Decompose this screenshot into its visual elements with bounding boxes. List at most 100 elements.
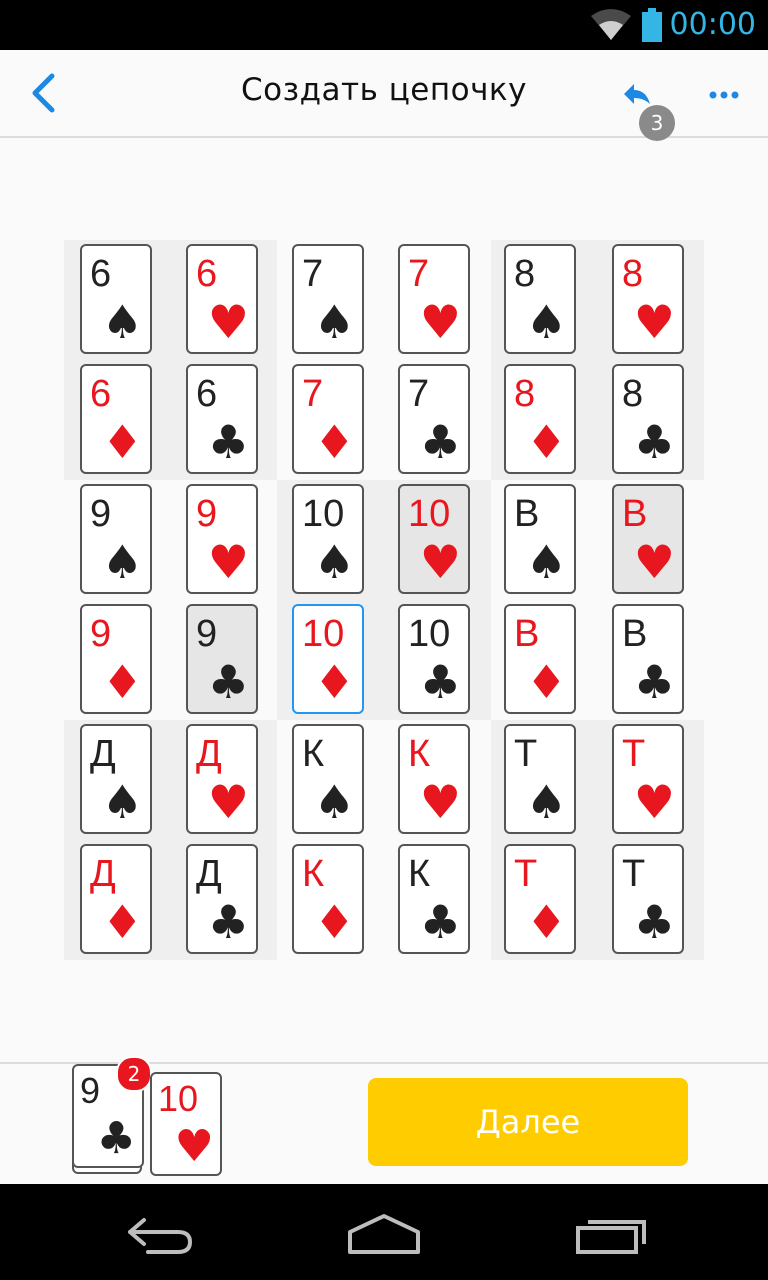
nav-home-icon[interactable] xyxy=(346,1212,422,1256)
card-rank: 6 xyxy=(90,253,112,295)
clubs-suit-icon: ♣ xyxy=(419,655,461,709)
card-jack-spades[interactable]: В ♠ xyxy=(504,484,576,594)
hearts-suit-icon: ♥ xyxy=(174,1121,214,1172)
card-6-hearts[interactable]: 6 ♥ xyxy=(186,244,258,354)
clubs-suit-icon: ♣ xyxy=(419,415,461,469)
nav-recent-apps-icon[interactable] xyxy=(574,1212,648,1256)
card-rank: Д xyxy=(90,733,116,775)
card-jack-clubs[interactable]: В ♣ xyxy=(612,604,684,714)
hearts-suit-icon: ♥ xyxy=(633,775,675,829)
card-king-spades[interactable]: К ♠ xyxy=(292,724,364,834)
spades-suit-icon: ♠ xyxy=(101,775,143,829)
card-7-spades[interactable]: 7 ♠ xyxy=(292,244,364,354)
card-ace-spades[interactable]: Т ♠ xyxy=(504,724,576,834)
card-rank: Т xyxy=(622,733,646,775)
card-rank: 9 xyxy=(196,493,218,535)
hearts-suit-icon: ♥ xyxy=(207,295,249,349)
spades-suit-icon: ♠ xyxy=(525,775,567,829)
card-board: 6 ♠ 6 ♥ 7 ♠ 7 ♥ 8 ♠ 8 ♥ 6 ♦ 6 ♣ 7 ♦ 7 ♣ 8 ♦ 8 ♣ 9 ♠ 9 ♥ 10 ♠ 10 ♥ В ♠ В ♥ 9 ♦… xyxy=(64,240,704,960)
hearts-suit-icon: ♥ xyxy=(419,775,461,829)
card-10-diamonds[interactable]: 10 ♦ xyxy=(292,604,364,714)
diamonds-suit-icon: ♦ xyxy=(101,895,143,949)
card-6-diamonds[interactable]: 6 ♦ xyxy=(80,364,152,474)
card-rank: 10 xyxy=(158,1078,199,1119)
hearts-suit-icon: ♥ xyxy=(633,535,675,589)
card-ace-clubs[interactable]: Т ♣ xyxy=(612,844,684,954)
card-queen-clubs[interactable]: Д ♣ xyxy=(186,844,258,954)
card-10-spades[interactable]: 10 ♠ xyxy=(292,484,364,594)
card-rank: 10 xyxy=(408,493,451,535)
card-rank: К xyxy=(408,733,431,775)
diamonds-suit-icon: ♦ xyxy=(313,655,355,709)
card-rank: 7 xyxy=(408,373,430,415)
next-button[interactable]: Далее xyxy=(368,1078,688,1166)
card-rank: В xyxy=(514,613,540,655)
diamonds-suit-icon: ♦ xyxy=(101,415,143,469)
card-9-diamonds[interactable]: 9 ♦ xyxy=(80,604,152,714)
card-rank: В xyxy=(622,613,648,655)
card-jack-hearts[interactable]: В ♥ xyxy=(612,484,684,594)
card-9-spades[interactable]: 9 ♠ xyxy=(80,484,152,594)
undo-count-badge: 3 xyxy=(639,105,675,141)
clubs-suit-icon: ♣ xyxy=(633,655,675,709)
hearts-suit-icon: ♥ xyxy=(207,535,249,589)
wifi-icon xyxy=(591,9,631,40)
clubs-suit-icon: ♣ xyxy=(207,415,249,469)
spades-suit-icon: ♠ xyxy=(313,535,355,589)
card-7-clubs[interactable]: 7 ♣ xyxy=(398,364,470,474)
card-7-hearts[interactable]: 7 ♥ xyxy=(398,244,470,354)
spades-suit-icon: ♠ xyxy=(313,295,355,349)
card-7-diamonds[interactable]: 7 ♦ xyxy=(292,364,364,474)
card-king-diamonds[interactable]: К ♦ xyxy=(292,844,364,954)
card-rank: 8 xyxy=(514,373,536,415)
spades-suit-icon: ♠ xyxy=(525,535,567,589)
spades-suit-icon: ♠ xyxy=(101,295,143,349)
card-ace-diamonds[interactable]: Т ♦ xyxy=(504,844,576,954)
nav-back-icon[interactable] xyxy=(124,1212,196,1256)
card-rank: 9 xyxy=(196,613,218,655)
card-ace-hearts[interactable]: Т ♥ xyxy=(612,724,684,834)
card-rank: 9 xyxy=(90,613,112,655)
card-king-hearts[interactable]: К ♥ xyxy=(398,724,470,834)
card-rank: 7 xyxy=(302,253,324,295)
card-rank: 8 xyxy=(514,253,536,295)
card-rank: 8 xyxy=(622,373,644,415)
card-8-clubs[interactable]: 8 ♣ xyxy=(612,364,684,474)
diamonds-suit-icon: ♦ xyxy=(525,895,567,949)
card-rank: 10 xyxy=(302,493,345,535)
card-queen-spades[interactable]: Д ♠ xyxy=(80,724,152,834)
hearts-suit-icon: ♥ xyxy=(419,535,461,589)
card-rank: В xyxy=(622,493,648,535)
diamonds-suit-icon: ♦ xyxy=(313,415,355,469)
card-rank: В xyxy=(514,493,540,535)
card-rank: 10 xyxy=(408,613,451,655)
card-queen-diamonds[interactable]: Д ♦ xyxy=(80,844,152,954)
card-jack-diamonds[interactable]: В ♦ xyxy=(504,604,576,714)
card-king-clubs[interactable]: К ♣ xyxy=(398,844,470,954)
card-rank: 6 xyxy=(196,253,218,295)
hearts-suit-icon: ♥ xyxy=(419,295,461,349)
card-9-clubs[interactable]: 9 ♣ xyxy=(186,604,258,714)
card-rank: К xyxy=(302,853,325,895)
spades-suit-icon: ♠ xyxy=(313,775,355,829)
more-options-icon[interactable] xyxy=(700,80,750,110)
hand-card-2[interactable]: 10 ♥ xyxy=(150,1072,222,1176)
card-8-diamonds[interactable]: 8 ♦ xyxy=(504,364,576,474)
card-rank: Т xyxy=(622,853,646,895)
battery-icon xyxy=(642,8,662,42)
card-10-clubs[interactable]: 10 ♣ xyxy=(398,604,470,714)
card-9-hearts[interactable]: 9 ♥ xyxy=(186,484,258,594)
stack-count-badge: 2 xyxy=(116,1056,152,1092)
card-6-clubs[interactable]: 6 ♣ xyxy=(186,364,258,474)
card-6-spades[interactable]: 6 ♠ xyxy=(80,244,152,354)
clubs-suit-icon: ♣ xyxy=(207,655,249,709)
card-queen-hearts[interactable]: Д ♥ xyxy=(186,724,258,834)
card-rank: 7 xyxy=(302,373,324,415)
card-8-hearts[interactable]: 8 ♥ xyxy=(612,244,684,354)
diamonds-suit-icon: ♦ xyxy=(101,655,143,709)
card-8-spades[interactable]: 8 ♠ xyxy=(504,244,576,354)
clubs-suit-icon: ♣ xyxy=(96,1113,136,1164)
hearts-suit-icon: ♥ xyxy=(207,775,249,829)
card-rank: Т xyxy=(514,733,538,775)
card-10-hearts[interactable]: 10 ♥ xyxy=(398,484,470,594)
